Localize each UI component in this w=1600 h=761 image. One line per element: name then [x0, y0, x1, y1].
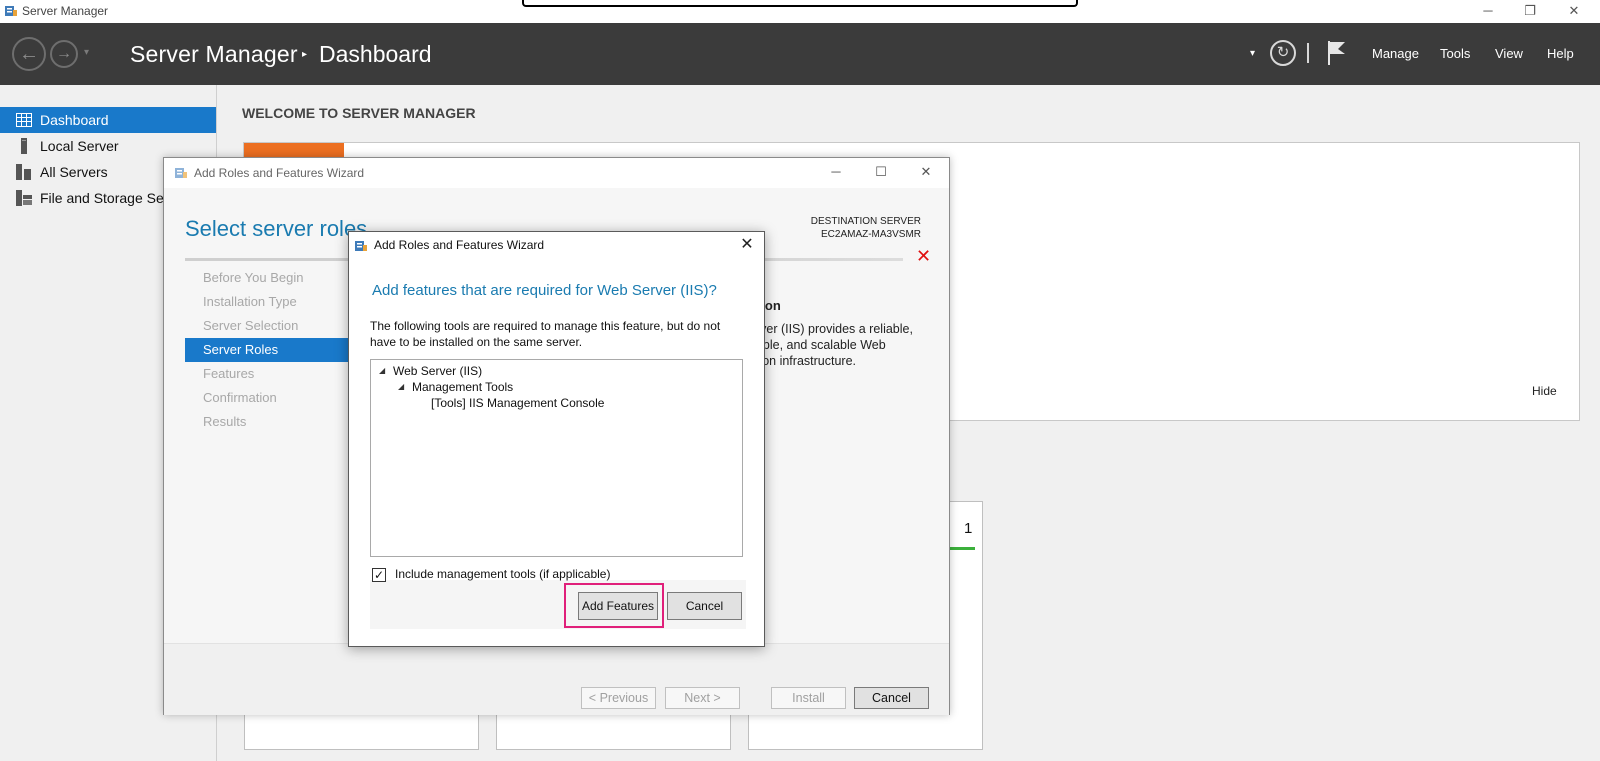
step-installation-type[interactable]: Installation Type	[185, 290, 350, 314]
app-title: Server Manager	[130, 41, 298, 67]
wizard-title-bar: Add Roles and Features Wizard ─ ☐ ✕	[164, 158, 949, 188]
notifications-dropdown-icon[interactable]: ▾	[1250, 23, 1255, 85]
dialog-app-icon	[355, 241, 367, 251]
description-text: erver (IIS) provides a reliable, eable, …	[749, 321, 925, 369]
add-features-dialog: Add Roles and Features Wizard ✕ Add feat…	[348, 231, 765, 647]
sidebar-item-label: Dashboard	[40, 112, 109, 128]
wizard-close-button[interactable]: ✕	[914, 162, 938, 182]
server-icon	[21, 138, 27, 154]
dialog-close-button[interactable]: ✕	[736, 234, 758, 256]
tree-item-management-tools[interactable]: Management Tools	[412, 380, 513, 394]
storage-icon	[16, 190, 32, 206]
step-results[interactable]: Results	[185, 410, 350, 434]
step-features[interactable]: Features	[185, 362, 350, 386]
help-menu[interactable]: Help	[1547, 23, 1574, 85]
header-bar: ← → ▾ Server Manager ▸ Dashboard ▾ ↻ Man…	[0, 23, 1600, 85]
wizard-cancel-button[interactable]: Cancel	[854, 687, 929, 709]
hide-link[interactable]: Hide	[1532, 384, 1557, 398]
sidebar-item-label: Local Server	[40, 138, 119, 154]
dialog-heading: Add features that are required for Web S…	[372, 282, 717, 299]
destination-server-label: DESTINATION SERVER	[810, 216, 921, 227]
breadcrumb-separator-icon: ▸	[302, 49, 308, 60]
sidebar-item-dashboard[interactable]: Dashboard	[0, 107, 216, 133]
wizard-title: Add Roles and Features Wizard	[194, 166, 365, 180]
add-features-highlight	[564, 583, 664, 628]
install-button[interactable]: Install	[771, 687, 846, 709]
description-line: erver (IIS) provides a reliable,	[749, 322, 913, 336]
wizard-maximize-button[interactable]: ☐	[869, 162, 893, 182]
include-tools-checkbox[interactable]: ✓	[372, 568, 386, 582]
minimize-button[interactable]: ─	[1474, 1, 1502, 21]
wizard-steps: Before You Begin Installation Type Serve…	[185, 266, 350, 434]
previous-button[interactable]: < Previous	[581, 687, 656, 709]
wizard-minimize-button[interactable]: ─	[824, 162, 848, 182]
dialog-cancel-button[interactable]: Cancel	[667, 592, 742, 620]
wizard-app-icon	[175, 168, 187, 178]
destination-server: DESTINATION SERVER EC2AMAZ-MA3VSMR	[811, 215, 921, 241]
error-icon[interactable]: ✕	[916, 246, 931, 267]
tools-menu[interactable]: Tools	[1440, 23, 1470, 85]
server-manager-app-icon	[5, 6, 17, 16]
history-dropdown-icon[interactable]: ▾	[84, 47, 89, 58]
step-confirmation[interactable]: Confirmation	[185, 386, 350, 410]
refresh-icon[interactable]: ↻	[1270, 40, 1296, 66]
window-title: Server Manager	[22, 4, 109, 18]
status-indicator	[950, 547, 975, 550]
welcome-heading: WELCOME TO SERVER MANAGER	[242, 105, 476, 121]
step-server-roles[interactable]: Server Roles	[185, 338, 350, 362]
view-menu[interactable]: View	[1495, 23, 1523, 85]
destination-server-name: EC2AMAZ-MA3VSMR	[820, 229, 921, 240]
manage-menu[interactable]: Manage	[1372, 23, 1419, 85]
forward-button[interactable]: →	[50, 40, 78, 68]
quick-start-tab[interactable]	[244, 143, 344, 157]
sidebar-item-local-server[interactable]: Local Server	[0, 133, 216, 159]
dialog-title: Add Roles and Features Wizard	[374, 238, 545, 252]
top-drop-zone	[522, 0, 1078, 7]
sidebar-item-label: All Servers	[40, 164, 108, 180]
header-divider	[1307, 43, 1309, 63]
features-tree[interactable]: ◢ Web Server (IIS) ◢ Management Tools [T…	[370, 359, 743, 557]
tile-count: 1	[964, 520, 973, 537]
expand-arrow-icon[interactable]: ◢	[379, 366, 385, 375]
close-window-button[interactable]: ✕	[1560, 1, 1588, 21]
window-title-bar: Server Manager ─ ❐ ✕	[0, 0, 1600, 23]
dashboard-icon	[16, 113, 32, 127]
tree-item-web-server[interactable]: Web Server (IIS)	[393, 364, 482, 378]
description-line: eable, and scalable Web	[749, 338, 886, 352]
description-line: ation infrastructure.	[749, 354, 856, 368]
servers-icon	[16, 164, 31, 180]
wizard-heading: Select server roles	[185, 216, 368, 241]
step-before-you-begin[interactable]: Before You Begin	[185, 266, 350, 290]
expand-arrow-icon[interactable]: ◢	[398, 382, 404, 391]
next-button[interactable]: Next >	[665, 687, 740, 709]
flag-icon[interactable]	[1327, 40, 1347, 66]
dialog-message: The following tools are required to mana…	[370, 319, 721, 349]
restore-button[interactable]: ❐	[1516, 1, 1544, 21]
tree-item-iis-console[interactable]: [Tools] IIS Management Console	[431, 396, 604, 410]
step-server-selection[interactable]: Server Selection	[185, 314, 350, 338]
back-button[interactable]: ←	[12, 37, 46, 71]
include-tools-label[interactable]: Include management tools (if applicable)	[395, 567, 610, 581]
page-title: Dashboard	[319, 41, 432, 67]
